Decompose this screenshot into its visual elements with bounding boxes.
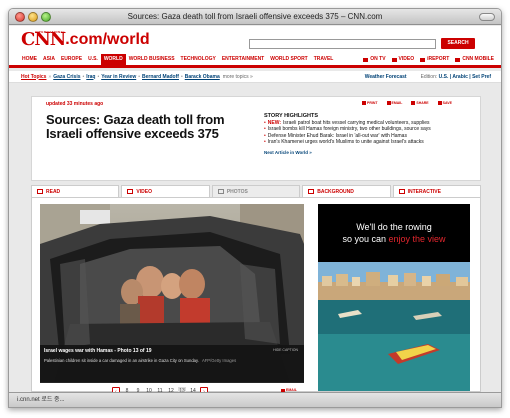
email-label: EMAIL — [391, 101, 403, 105]
nav-right-label: VIDEO — [398, 56, 415, 62]
nav-item-europe[interactable]: EUROPE — [58, 54, 85, 65]
search-input[interactable] — [249, 39, 436, 49]
cnn-mobile-icon — [455, 57, 461, 62]
nav-item-technology[interactable]: TECHNOLOGY — [178, 54, 219, 65]
status-bar: i.cnn.net 로드 중... — [9, 392, 501, 407]
save-button[interactable]: SAVE — [437, 101, 452, 105]
topic-link[interactable]: Bernard Madoff — [142, 74, 179, 80]
document-icon — [37, 189, 43, 194]
video-icon — [127, 189, 134, 194]
new-badge: NEW: — [267, 120, 282, 126]
cnn-logo[interactable]: INTERNATIONAL CNN .com/world — [21, 30, 150, 49]
print-button[interactable]: PRINT — [362, 101, 378, 105]
search-button[interactable]: SEARCH — [441, 38, 475, 49]
main-nav: HOME ASIA EUROPE U.S. WORLD WORLD BUSINESS TEC… — [9, 54, 501, 68]
share-button[interactable]: SHARE — [411, 101, 429, 105]
minimize-window-button[interactable] — [28, 12, 38, 22]
nav-item-travel[interactable]: TRAVEL — [311, 54, 337, 65]
tab-video[interactable]: VIDEO — [121, 185, 210, 197]
photo-caption: Israel wages war with Hamas - Photo 13 o… — [40, 345, 304, 383]
hide-caption-button[interactable]: HIDE CAPTION — [273, 348, 298, 352]
print-icon — [362, 101, 366, 105]
advertisement[interactable]: We'll do the rowing so you can enjoy the… — [318, 204, 470, 391]
ad-harbor-image — [318, 204, 470, 391]
next-article-link[interactable]: Next Article in World » — [264, 150, 474, 155]
tab-read-label: READ — [46, 188, 61, 195]
media-panel: Israel wages war with Hamas - Photo 13 o… — [31, 197, 481, 394]
nav-item-world-sport[interactable]: WORLD SPORT — [267, 54, 311, 65]
ireport-icon — [420, 57, 426, 62]
video-icon — [391, 57, 397, 62]
caption-text: Palestinian children sit inside a car da… — [44, 358, 237, 363]
email-button[interactable]: EMAIL — [386, 101, 403, 105]
nav-item-world[interactable]: WORLD — [100, 54, 126, 65]
nav-right-label: iREPORT — [427, 56, 450, 62]
window-title: Sources: Gaza death toll from Israeli of… — [127, 12, 383, 21]
nav-item-home[interactable]: HOME — [19, 54, 40, 65]
more-topics-link[interactable]: more topics » — [223, 74, 253, 80]
nav-right-ireport[interactable]: iREPORT — [417, 54, 452, 65]
topic-link[interactable]: Gaza Crisis — [53, 74, 80, 80]
tab-video-label: VIDEO — [136, 188, 152, 195]
edition-label: Edition: — [420, 73, 438, 80]
topic-link[interactable]: Year in Review — [101, 74, 136, 80]
page-title: Sources: Gaza death toll from Israeli of… — [46, 112, 225, 141]
updated-timestamp: updated 33 minutes ago — [46, 101, 104, 107]
highlights-title: STORY HIGHLIGHTS — [264, 113, 318, 119]
share-label: SHARE — [416, 101, 429, 105]
logo-international-text: INTERNATIONAL — [35, 30, 66, 34]
highlight-item: • Iran's Khamenei urges world's Muslims t… — [264, 138, 424, 145]
nav-right-on-tv[interactable]: ON TV — [360, 54, 388, 65]
title-bar: Sources: Gaza death toll from Israeli of… — [9, 9, 501, 25]
tab-photos[interactable]: PHOTOS — [211, 185, 301, 197]
caption-title: Israel wages war with Hamas - Photo 13 o… — [44, 348, 152, 354]
photo-credit: AFP/Getty Images — [201, 358, 237, 363]
topic-link[interactable]: Iraq — [86, 74, 95, 80]
nav-item-world-business[interactable]: WORLD BUSINESS — [126, 54, 178, 65]
nav-right-label: ON TV — [370, 56, 386, 62]
nav-item-asia[interactable]: ASIA — [40, 54, 58, 65]
nav-item-entertainment[interactable]: ENTERTAINMENT — [219, 54, 267, 65]
topic-link[interactable]: Barack Obama — [185, 74, 220, 80]
tab-background-label: BACKGROUND — [317, 188, 354, 195]
ad-highlight: enjoy the view — [388, 234, 446, 244]
info-icon — [308, 189, 315, 194]
page-viewport[interactable]: INTERNATIONAL CNN .com/world SEARCH HOME… — [9, 26, 501, 394]
story-panel: updated 33 minutes ago PRINT EMAIL SHARE… — [31, 96, 481, 181]
share-toolbar: PRINT EMAIL SHARE SAVE — [362, 101, 452, 105]
toolbar-toggle-button[interactable] — [479, 13, 495, 21]
camera-icon — [217, 189, 224, 194]
tab-background[interactable]: BACKGROUND — [302, 185, 391, 197]
on-tv-icon — [363, 57, 369, 62]
interactive-icon — [398, 189, 405, 194]
zoom-window-button[interactable] — [41, 12, 51, 22]
close-window-button[interactable] — [15, 12, 25, 22]
site-header: INTERNATIONAL CNN .com/world SEARCH — [9, 26, 501, 54]
edition-selector[interactable]: Edition: U.S. | Arabic | Set Pref — [421, 74, 491, 80]
edition-options[interactable]: U.S. | Arabic | Set Pref — [439, 74, 491, 80]
nav-right-group: ON TV VIDEO iREPORT CNN MOBILE — [360, 54, 501, 65]
share-icon — [411, 101, 416, 105]
ad-headline-1: We'll do the rowing — [356, 222, 432, 232]
email-icon — [386, 101, 391, 105]
nav-right-label: CNN MOBILE — [462, 56, 494, 62]
tab-interactive-label: INTERACTIVE — [407, 188, 441, 195]
hot-topics-label[interactable]: Hot Topics — [21, 74, 46, 80]
logo-edition-text: .com/world — [65, 31, 150, 48]
save-icon — [437, 101, 442, 105]
hot-topics-bar: Hot Topics » Gaza Crisis • Iraq • Year i… — [9, 71, 501, 83]
ad-headline-2: so you can enjoy the view — [342, 234, 446, 244]
nav-right-video[interactable]: VIDEO — [389, 54, 418, 65]
nav-item-u-s[interactable]: U.S. — [85, 54, 101, 65]
story-tabs: READ VIDEO PHOTOS BACKGROUND INTERACTIVE — [31, 185, 482, 197]
print-label: PRINT — [367, 101, 378, 105]
story-highlights: STORY HIGHLIGHTS • NEW: Israeli patrol boa… — [264, 113, 474, 155]
tab-read[interactable]: READ — [31, 185, 120, 197]
tab-photos-label: PHOTOS — [226, 188, 248, 195]
nav-right-cnn-mobile[interactable]: CNN MOBILE — [452, 54, 497, 65]
tab-interactive[interactable]: INTERACTIVE — [392, 185, 482, 197]
browser-window: Sources: Gaza death toll from Israeli of… — [8, 8, 502, 408]
weather-forecast-link[interactable]: Weather Forecast — [365, 74, 407, 80]
save-label: SAVE — [442, 101, 452, 105]
